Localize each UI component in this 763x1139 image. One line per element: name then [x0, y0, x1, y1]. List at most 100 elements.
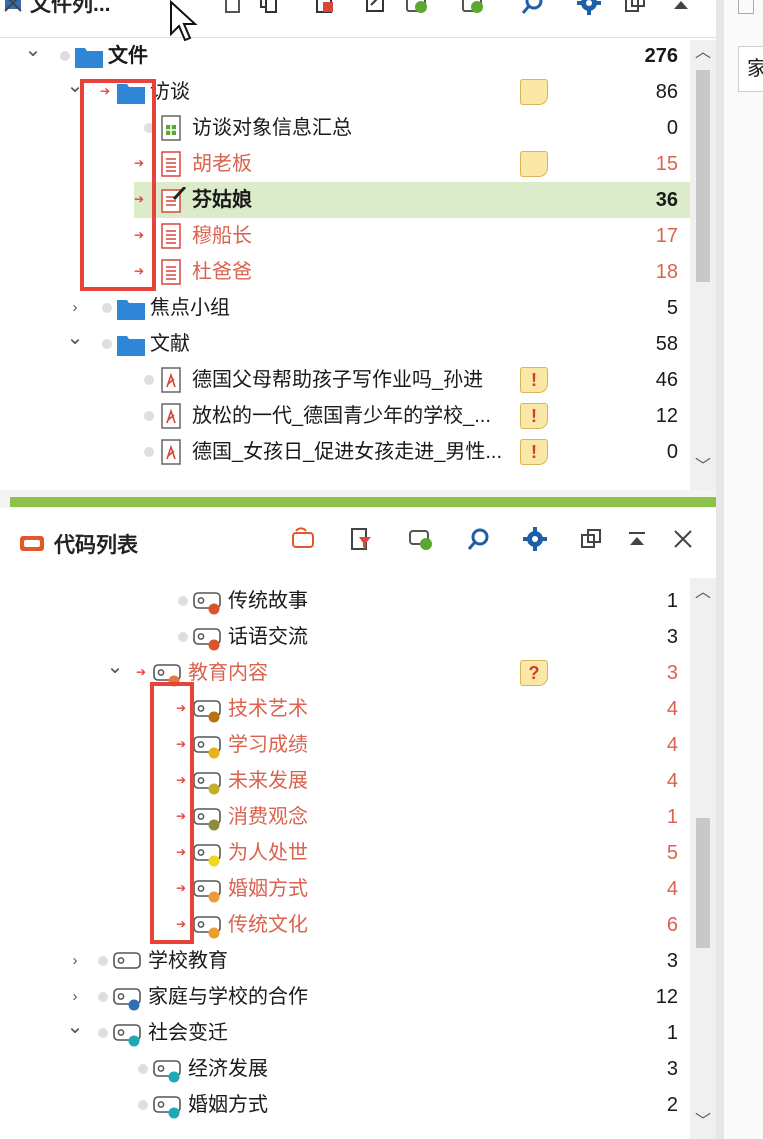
memo-icon[interactable] — [520, 79, 548, 105]
right-pane-input[interactable]: 家 — [738, 46, 763, 92]
add-group-icon[interactable] — [460, 0, 486, 16]
right-side-pane: 家 — [716, 0, 763, 1139]
export-icon[interactable] — [362, 0, 388, 16]
panel-splitter[interactable] — [0, 490, 716, 508]
scroll-down-icon[interactable]: ﹀ — [690, 1111, 716, 1133]
memo-alert-icon[interactable]: ! — [520, 439, 548, 465]
chevron-right-icon[interactable]: › — [66, 951, 84, 971]
memo-alert-icon[interactable]: ! — [520, 367, 548, 393]
code-row[interactable]: 话语交流 3 — [0, 619, 690, 655]
new-code-icon[interactable] — [290, 526, 316, 552]
status-dot[interactable] — [102, 339, 112, 349]
status-dot[interactable] — [60, 51, 70, 61]
status-dot[interactable] — [138, 1064, 148, 1074]
activation-arrow-icon[interactable]: ➔ — [176, 697, 190, 719]
document-row[interactable]: ➔ 穆船长 17 — [0, 218, 690, 254]
document-row[interactable]: › 焦点小组 5 — [0, 290, 690, 326]
code-row[interactable]: ➔ 消费观念 1 — [0, 799, 690, 835]
document-row[interactable]: ➔ 芬姑娘 36 — [134, 182, 690, 218]
status-dot[interactable] — [98, 956, 108, 966]
chevron-right-icon[interactable]: › — [66, 987, 84, 1007]
code-row[interactable]: 传统故事 1 — [0, 583, 690, 619]
scroll-up-icon[interactable]: ︿ — [690, 42, 716, 64]
document-row[interactable]: ➔ 胡老板 15 — [0, 146, 690, 182]
status-dot[interactable] — [144, 447, 154, 457]
minimize-icon[interactable] — [624, 526, 650, 552]
chevron-down-icon[interactable]: ⌄ — [66, 328, 84, 348]
gear-icon[interactable] — [576, 0, 602, 16]
code-row[interactable]: ➔ 学习成绩 4 — [0, 727, 690, 763]
scrollbar-thumb[interactable] — [696, 818, 710, 948]
activation-arrow-icon[interactable]: ➔ — [136, 661, 150, 683]
code-row[interactable]: › 学校教育 3 — [0, 943, 690, 979]
copy-icon[interactable] — [256, 0, 282, 16]
document-row[interactable]: 德国父母帮助孩子写作业吗_孙进! 46 — [0, 362, 690, 398]
splitter-bar[interactable] — [10, 497, 716, 507]
activation-arrow-icon[interactable]: ➔ — [134, 188, 148, 210]
chevron-down-icon[interactable]: ⌄ — [66, 1017, 84, 1037]
new-document-icon[interactable] — [220, 0, 246, 16]
status-dot[interactable] — [144, 375, 154, 385]
close-icon[interactable] — [0, 0, 26, 16]
code-row[interactable]: ➔ 婚姻方式 4 — [0, 871, 690, 907]
document-row[interactable]: ⌄ ➔ 访谈 86 — [0, 74, 690, 110]
memo-alert-icon[interactable]: ! — [520, 403, 548, 429]
document-row[interactable]: ➔ 杜爸爸 18 — [0, 254, 690, 290]
status-dot[interactable] — [98, 1028, 108, 1038]
activation-arrow-icon[interactable]: ➔ — [100, 80, 114, 102]
chevron-right-icon[interactable]: › — [66, 298, 84, 318]
status-dot[interactable] — [138, 1100, 148, 1110]
activation-arrow-icon[interactable]: ➔ — [176, 841, 190, 863]
document-row[interactable]: 放松的一代_德国青少年的学校_...! 12 — [0, 398, 690, 434]
chevron-down-icon[interactable]: ⌄ — [24, 40, 42, 60]
document-row[interactable]: ⌄ 文件 276 — [0, 38, 690, 74]
import-icon[interactable] — [312, 0, 338, 16]
minimize-icon[interactable] — [668, 0, 694, 16]
document-row[interactable]: 德国_女孩日_促进女孩走进_男性...! 0 — [0, 434, 690, 470]
add-code-icon[interactable] — [408, 526, 434, 552]
code-row[interactable]: 婚姻方式 2 — [0, 1087, 690, 1123]
status-dot[interactable] — [144, 411, 154, 421]
undock-icon[interactable] — [578, 526, 604, 552]
scroll-up-icon[interactable]: ︿ — [690, 582, 716, 604]
activation-arrow-icon[interactable]: ➔ — [176, 805, 190, 827]
status-dot[interactable] — [98, 992, 108, 1002]
code-row[interactable]: ➔ 传统文化 6 — [0, 907, 690, 943]
activation-arrow-icon[interactable]: ➔ — [176, 877, 190, 899]
undock-icon[interactable] — [622, 0, 648, 16]
status-dot[interactable] — [178, 632, 188, 642]
activation-arrow-icon[interactable]: ➔ — [176, 733, 190, 755]
search-icon[interactable] — [466, 526, 492, 552]
status-dot[interactable] — [178, 596, 188, 606]
code-row[interactable]: ➔ 未来发展 4 — [0, 763, 690, 799]
activation-arrow-icon[interactable]: ➔ — [176, 769, 190, 791]
add-set-icon[interactable] — [404, 0, 430, 16]
status-dot[interactable] — [102, 303, 112, 313]
scrollbar-thumb[interactable] — [696, 70, 710, 282]
activation-arrow-icon[interactable]: ➔ — [134, 224, 148, 246]
status-dot[interactable] — [144, 123, 154, 133]
code-row[interactable]: ⌄ ➔ 教育内容? 3 — [0, 655, 690, 691]
code-row[interactable]: ⌄ 社会变迁 1 — [0, 1015, 690, 1051]
close-icon[interactable] — [670, 526, 696, 552]
activation-arrow-icon[interactable]: ➔ — [176, 913, 190, 935]
gear-icon[interactable] — [522, 526, 548, 552]
code-row[interactable]: › 家庭与学校的合作 12 — [0, 979, 690, 1015]
code-row[interactable]: 经济发展 3 — [0, 1051, 690, 1087]
scroll-down-icon[interactable]: ﹀ — [690, 456, 716, 478]
code-system-scrollbar[interactable]: ︿ ﹀ — [690, 578, 716, 1139]
document-row[interactable]: ⌄ 文献 58 — [0, 326, 690, 362]
chevron-down-icon[interactable]: ⌄ — [106, 657, 124, 677]
document-browser-scrollbar[interactable]: ︿ ﹀ — [690, 40, 716, 490]
memo-question-icon[interactable]: ? — [520, 660, 548, 686]
activation-arrow-icon[interactable]: ➔ — [134, 152, 148, 174]
filter-icon[interactable] — [348, 526, 374, 552]
document-row[interactable]: 访谈对象信息汇总 0 — [0, 110, 690, 146]
chevron-down-icon[interactable]: ⌄ — [66, 76, 84, 96]
activation-arrow-icon[interactable]: ➔ — [134, 260, 148, 282]
right-pane-checkbox[interactable] — [738, 0, 754, 14]
code-row[interactable]: ➔ 为人处世 5 — [0, 835, 690, 871]
search-icon[interactable] — [520, 0, 546, 16]
code-row[interactable]: ➔ 技术艺术 4 — [0, 691, 690, 727]
memo-icon[interactable] — [520, 151, 548, 177]
